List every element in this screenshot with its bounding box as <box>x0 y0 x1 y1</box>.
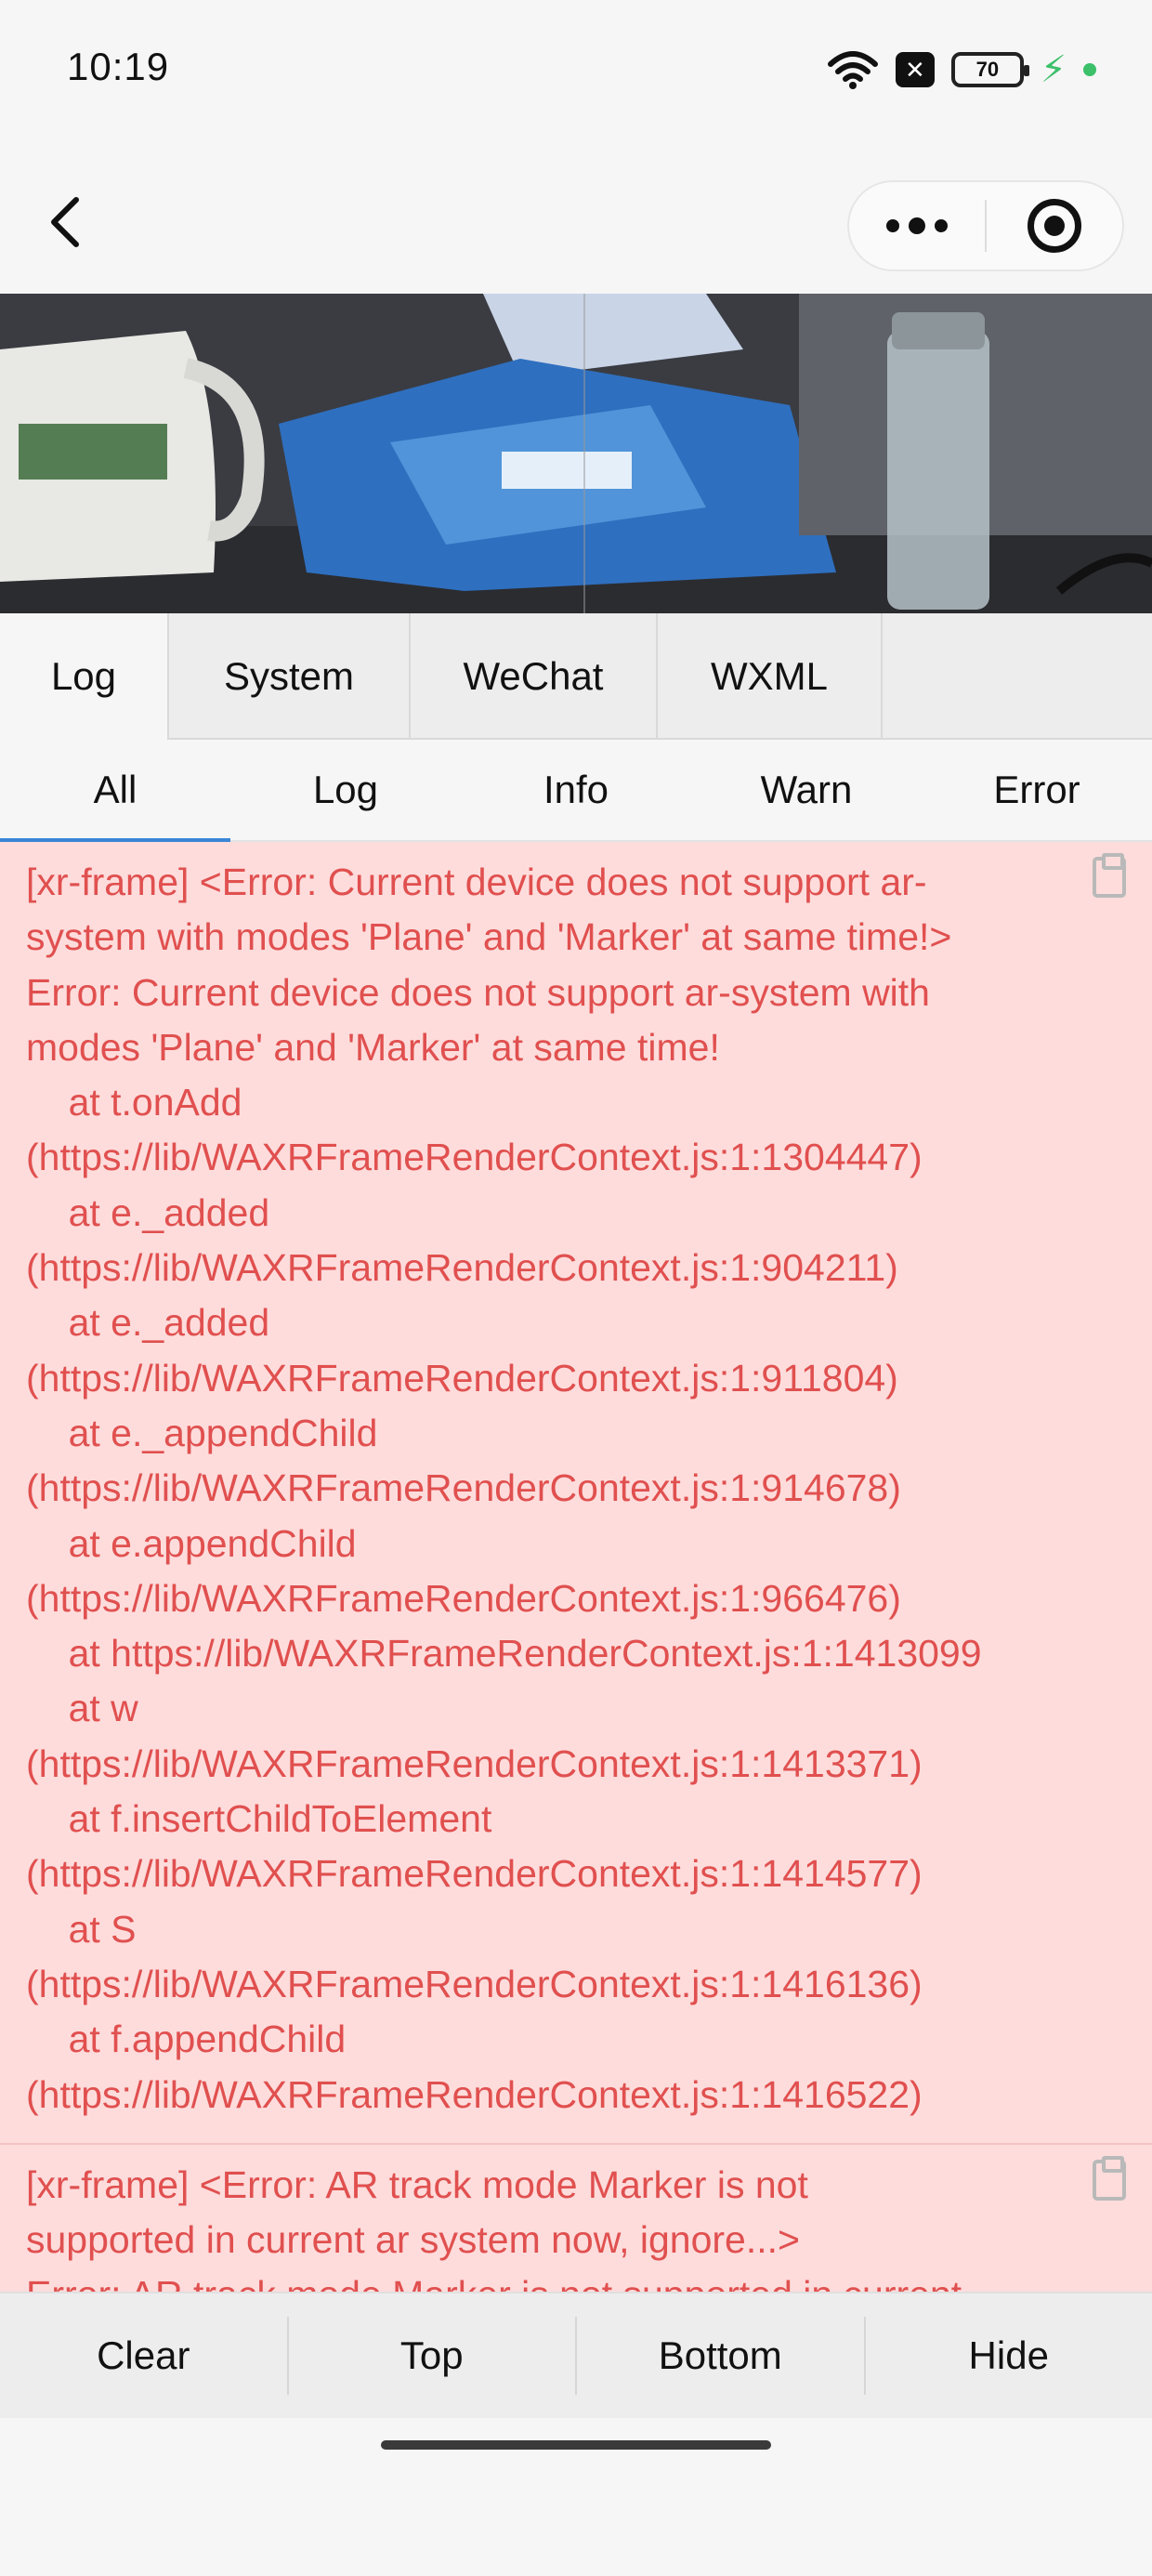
tab-bar-spacer <box>883 613 1152 738</box>
back-button[interactable] <box>37 190 93 255</box>
log-line: (https://lib/WAXRFrameRenderContext.js:1… <box>26 1576 901 1620</box>
log-entry-error[interactable]: [xr-frame] <Error: AR track mode Marker … <box>0 2145 1152 2292</box>
tab-wxml[interactable]: WXML <box>658 613 883 740</box>
tab-system[interactable]: System <box>169 613 411 740</box>
log-line: modes 'Plane' and 'Marker' at same time! <box>26 1025 720 1069</box>
status-icons: ✕ 70 ⚡ <box>827 46 1096 93</box>
log-line: Error: Current device does not support a… <box>26 970 930 1014</box>
filter-log[interactable]: Log <box>230 740 461 840</box>
log-line: (https://lib/WAXRFrameRenderContext.js:1… <box>26 1466 901 1510</box>
status-bar: 10:19 ✕ 70 ⚡ <box>0 0 1152 139</box>
top-button[interactable]: Top <box>289 2317 577 2395</box>
target-icon <box>1028 199 1081 253</box>
log-line: (https://lib/WAXRFrameRenderContext.js:1… <box>26 1356 898 1400</box>
filter-error[interactable]: Error <box>922 740 1152 840</box>
log-line: at S <box>26 1907 137 1951</box>
log-line: at e._added <box>26 1190 270 1234</box>
chevron-left-icon <box>51 197 79 247</box>
log-filter-bar: All Log Info Warn Error <box>0 740 1152 842</box>
log-line: (https://lib/WAXRFrameRenderContext.js:1… <box>26 1741 923 1785</box>
log-line: at f.insertChildToElement <box>26 1797 492 1841</box>
clear-button[interactable]: Clear <box>0 2317 289 2395</box>
log-line: (https://lib/WAXRFrameRenderContext.js:1… <box>26 1246 898 1290</box>
log-line: (https://lib/WAXRFrameRenderContext.js:1… <box>26 1136 923 1179</box>
camera-scene <box>0 294 1152 613</box>
tab-log[interactable]: Log <box>0 613 169 740</box>
log-line: (https://lib/WAXRFrameRenderContext.js:1… <box>26 1852 923 1896</box>
charging-bolt-icon: ⚡ <box>1040 49 1067 90</box>
close-button[interactable] <box>987 182 1122 269</box>
privacy-dot-icon <box>1083 63 1096 76</box>
filter-warn[interactable]: Warn <box>691 740 922 840</box>
log-line: (https://lib/WAXRFrameRenderContext.js:1… <box>26 2072 923 2116</box>
log-line: system with modes 'Plane' and 'Marker' a… <box>26 915 952 959</box>
nav-bar <box>0 139 1152 294</box>
notification-icon: ✕ <box>895 52 935 87</box>
copy-icon[interactable] <box>1093 2155 1126 2201</box>
log-line: at e.appendChild <box>26 1521 357 1565</box>
log-line: at https://lib/WAXRFrameRenderContext.js… <box>26 1632 982 1676</box>
log-line: at e._appendChild <box>26 1411 378 1454</box>
home-indicator[interactable] <box>381 2440 771 2450</box>
battery-icon: 70 <box>950 52 1029 87</box>
more-button[interactable] <box>849 182 985 269</box>
log-line: at f.appendChild <box>26 2017 347 2061</box>
hide-button[interactable]: Hide <box>866 2317 1152 2395</box>
log-line: [xr-frame] <Error: AR track mode Marker … <box>26 2162 808 2206</box>
mini-program-capsule <box>847 180 1124 271</box>
log-line: at w <box>26 1687 138 1730</box>
status-time: 10:19 <box>67 45 170 88</box>
console-toolbar: Clear Top Bottom Hide <box>0 2292 1152 2418</box>
copy-icon[interactable] <box>1093 853 1126 898</box>
filter-info[interactable]: Info <box>461 740 691 840</box>
log-line: at e._added <box>26 1301 270 1345</box>
log-entry-error[interactable]: [xr-frame] <Error: Current device does n… <box>0 842 1152 2145</box>
bottom-button[interactable]: Bottom <box>577 2317 866 2395</box>
log-line: [xr-frame] <Error: Current device does n… <box>26 861 927 903</box>
log-line: Error: AR track mode Marker is not suppo… <box>26 2267 1078 2292</box>
console-tab-bar: Log System WeChat WXML <box>0 613 1152 740</box>
tab-wechat[interactable]: WeChat <box>411 613 658 740</box>
wifi-icon <box>827 51 878 89</box>
log-list[interactable]: [xr-frame] <Error: Current device does n… <box>0 842 1152 2292</box>
battery-level: 70 <box>975 58 1000 81</box>
filter-all[interactable]: All <box>0 740 230 842</box>
log-line: (https://lib/WAXRFrameRenderContext.js:1… <box>26 1962 923 2005</box>
log-line: supported in current ar system now, igno… <box>26 2218 800 2262</box>
log-line: at t.onAdd <box>26 1081 242 1124</box>
vconsole-panel: Log System WeChat WXML All Log Info Warn… <box>0 613 1152 2418</box>
camera-preview <box>0 294 1152 613</box>
